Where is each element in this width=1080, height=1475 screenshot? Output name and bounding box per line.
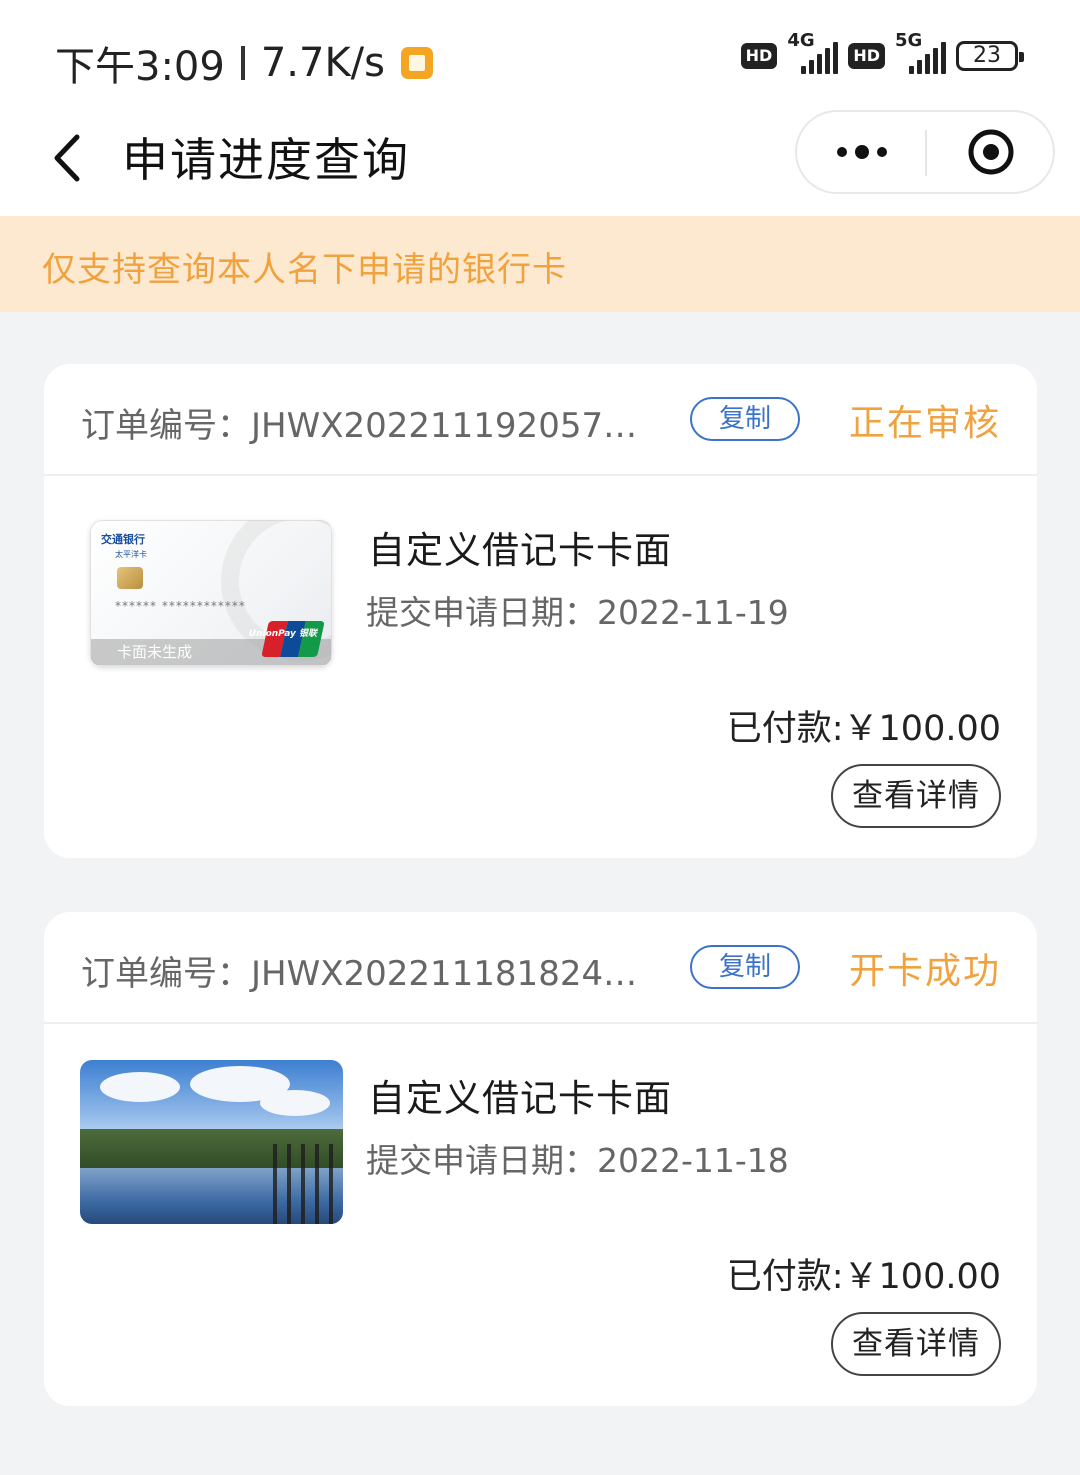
card-face-thumbnail[interactable]	[80, 1060, 343, 1224]
bank-card-image: 交通银行 太平洋卡 ****** ************ 卡面未生成 Unio…	[90, 520, 332, 666]
nav-bar: 申请进度查询	[0, 110, 1080, 216]
chip-icon	[117, 567, 143, 589]
order-card-header: 订单编号：JHWX2022111818243… 复制 开卡成功	[44, 912, 1037, 1024]
more-dots-icon	[837, 147, 847, 157]
close-mini-program-button[interactable]	[927, 112, 1055, 192]
order-number: 订单编号：JHWX2022111818243…	[81, 954, 656, 994]
clock: 下午3:09	[55, 44, 225, 90]
network-speed: 7.7K/s	[260, 40, 385, 86]
order-status: 开卡成功	[848, 951, 1001, 992]
page-title: 申请进度查询	[122, 133, 410, 187]
notification-icon	[401, 47, 433, 79]
card-product-title: 自定义借记卡卡面	[368, 1077, 672, 1120]
hd-badge-sim2: HD	[848, 43, 885, 69]
hd-badge-sim1: HD	[740, 43, 778, 69]
copy-button[interactable]: 复制	[690, 945, 800, 989]
order-card: 订单编号：JHWX2022111818243… 复制 开卡成功 自定义借记卡卡面…	[44, 912, 1037, 1406]
signal-sim1: 4G	[787, 30, 839, 74]
card-face-thumbnail[interactable]: 交通银行 太平洋卡 ****** ************ 卡面未生成 Unio…	[90, 520, 332, 666]
card-footer-text: 卡面未生成	[117, 643, 193, 661]
signal-sim2: 5G	[895, 30, 946, 74]
order-number: 订单编号：JHWX2022111920574…	[81, 406, 656, 446]
paid-amount: 已付款:￥100.00	[726, 709, 1001, 749]
card-product-title: 自定义借记卡卡面	[368, 529, 672, 572]
paid-amount: 已付款:￥100.00	[726, 1257, 1001, 1297]
copy-button[interactable]: 复制	[690, 397, 800, 441]
status-separator	[240, 46, 245, 80]
order-card-header: 订单编号：JHWX2022111920574… 复制 正在审核	[44, 364, 1037, 476]
masked-card-number: ****** ************	[115, 599, 246, 613]
order-card: 订单编号：JHWX2022111920574… 复制 正在审核 交通银行 太平洋…	[44, 364, 1037, 858]
chevron-left-icon	[54, 134, 80, 182]
notice-text: 仅支持查询本人名下申请的银行卡	[42, 250, 567, 290]
mini-program-capsule	[795, 110, 1055, 194]
submit-date: 提交申请日期：2022-11-19	[366, 593, 789, 632]
card-subtitle: 太平洋卡	[115, 550, 147, 559]
more-button[interactable]	[797, 112, 927, 192]
network-type-sim1: 4G	[787, 30, 815, 51]
view-details-button[interactable]: 查看详情	[831, 1312, 1001, 1376]
bank-logo: 交通银行	[101, 533, 145, 546]
landscape-photo	[80, 1060, 343, 1224]
notice-banner: 仅支持查询本人名下申请的银行卡	[0, 216, 1080, 312]
view-details-button[interactable]: 查看详情	[831, 764, 1001, 828]
status-bar: 下午3:09 7.7K/s HD 4G HD 5G 23	[0, 0, 1080, 110]
battery-icon: 23	[956, 41, 1024, 71]
status-left: 下午3:09 7.7K/s	[55, 34, 433, 92]
back-button[interactable]	[36, 128, 96, 188]
network-type-sim2: 5G	[895, 30, 923, 51]
submit-date: 提交申请日期：2022-11-18	[366, 1141, 789, 1180]
order-status: 正在审核	[848, 403, 1001, 444]
status-right: HD 4G HD 5G 23	[740, 30, 1024, 74]
unionpay-label: UnionPay 银联	[248, 629, 317, 639]
target-close-icon	[968, 129, 1014, 175]
